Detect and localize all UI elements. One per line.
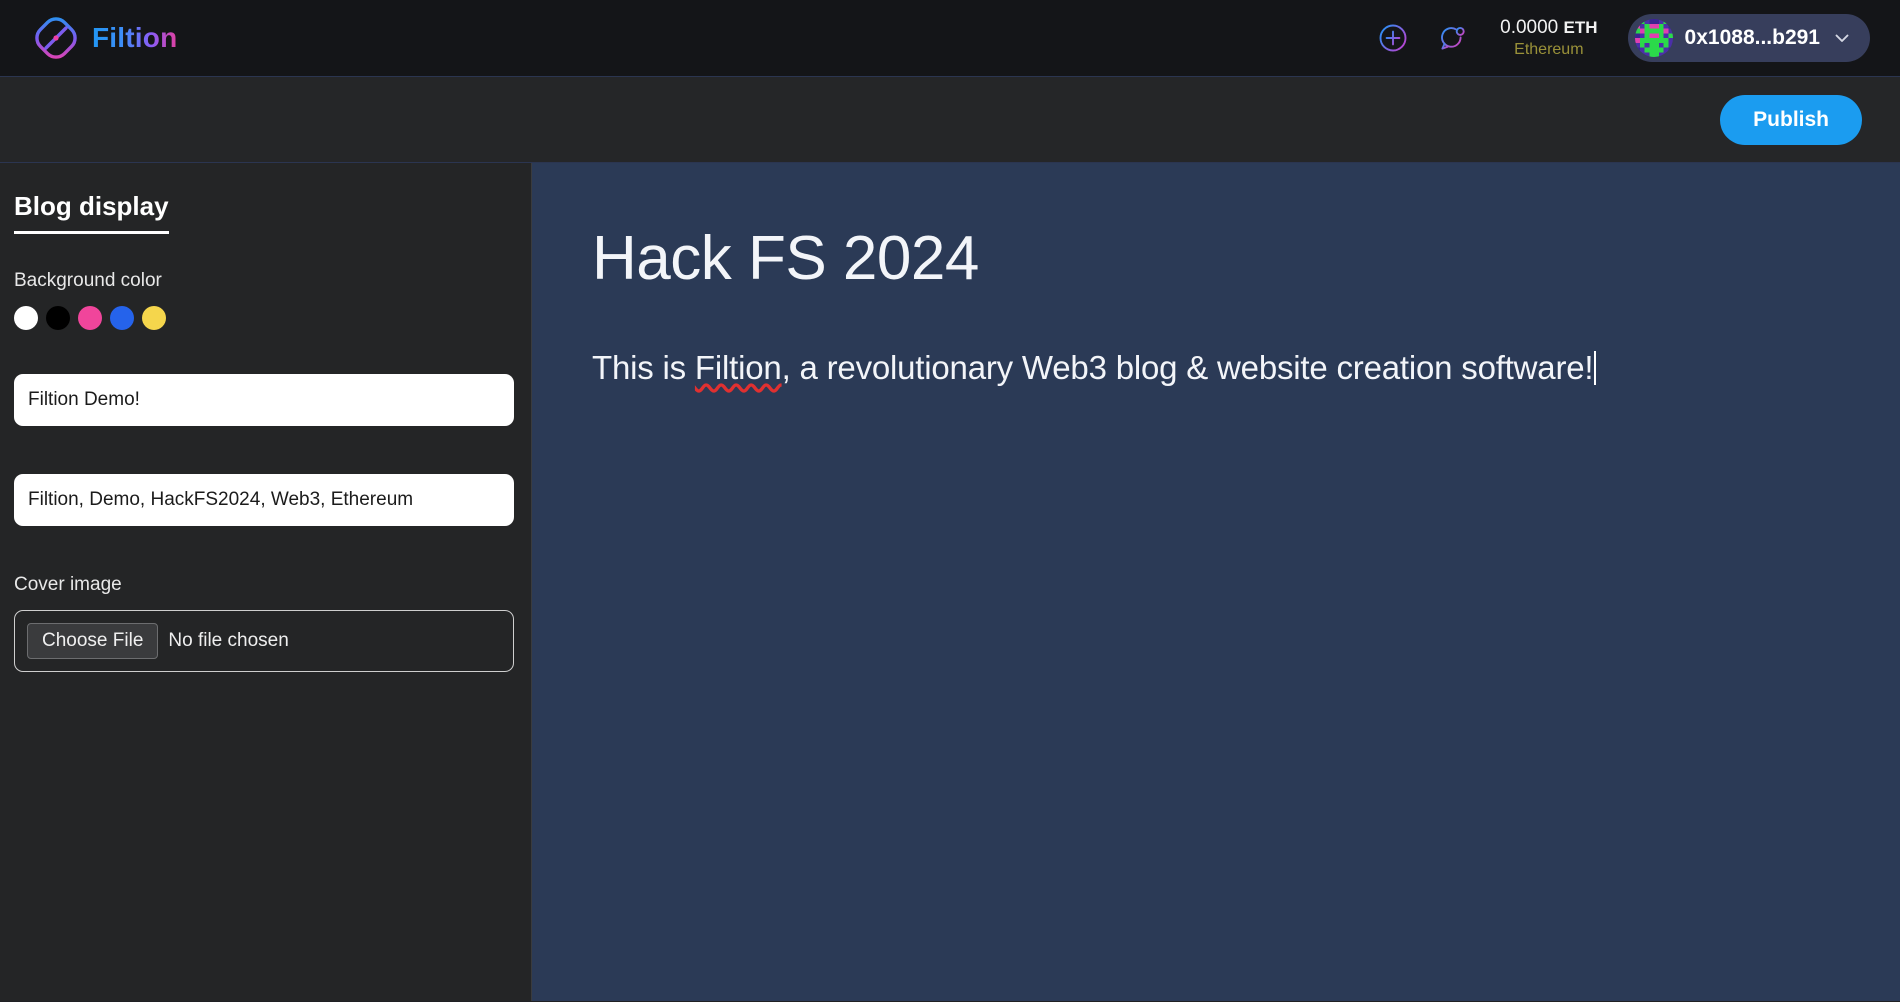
- brand-name: Filtion: [92, 22, 178, 53]
- blog-tags-input[interactable]: [14, 474, 514, 526]
- swatch-blue[interactable]: [110, 306, 134, 330]
- swatch-black[interactable]: [46, 306, 70, 330]
- balance-amount-row: 0.0000 ETH: [1500, 16, 1597, 40]
- cover-image-file-input[interactable]: Choose File No file chosen: [14, 610, 514, 672]
- wallet-balance: 0.0000 ETH Ethereum: [1496, 16, 1601, 61]
- wallet-account-button[interactable]: 0x1088...b291: [1627, 14, 1870, 62]
- file-chosen-status: No file chosen: [168, 630, 289, 651]
- panel-title: Blog display: [14, 191, 169, 234]
- background-color-swatches: [14, 306, 517, 330]
- chevron-down-icon: [1835, 34, 1849, 42]
- misspelled-word: Filtion: [694, 349, 782, 387]
- blog-display-sidebar: Blog display Background color Cover imag…: [0, 163, 532, 1001]
- blog-post-body-wrapper: This is Filtion, a revolutionary Web3 bl…: [592, 346, 1900, 391]
- blog-post-body[interactable]: This is Filtion, a revolutionary Web3 bl…: [592, 349, 1597, 387]
- swatch-white[interactable]: [14, 306, 38, 330]
- publish-button[interactable]: Publish: [1720, 94, 1862, 145]
- text-caret: [1594, 351, 1597, 386]
- navbar-right-group: 0.0000 ETH Ethereum 0x1088...b291: [1376, 14, 1870, 62]
- chat-bubble-icon: [1441, 26, 1465, 50]
- choose-file-button[interactable]: Choose File: [27, 623, 159, 659]
- cover-image-label: Cover image: [14, 574, 122, 595]
- plus-circle-icon-button[interactable]: [1376, 21, 1410, 55]
- balance-amount: 0.0000: [1500, 16, 1559, 38]
- top-navbar: Filtion 0.0000 ETH Ethereum 0x1088...b29…: [0, 0, 1900, 77]
- background-color-label: Background color: [14, 270, 162, 291]
- plus-circle-icon: [1379, 24, 1407, 52]
- editor-toolbar: Publish: [0, 77, 1900, 163]
- swatch-pink[interactable]: [78, 306, 102, 330]
- blog-preview-canvas[interactable]: Hack FS 2024 This is Filtion, a revoluti…: [532, 163, 1900, 1001]
- network-label: Ethereum: [1514, 41, 1584, 59]
- wallet-address: 0x1088...b291: [1684, 26, 1820, 49]
- chat-bubble-icon-button[interactable]: [1436, 21, 1470, 55]
- blockie-avatar: [1634, 19, 1673, 57]
- blog-title-input[interactable]: [14, 374, 514, 426]
- balance-symbol: ETH: [1563, 17, 1598, 37]
- body-text-pre: This is: [592, 349, 695, 387]
- brand[interactable]: Filtion: [32, 14, 177, 62]
- filtion-atom-logo-icon: [32, 14, 80, 62]
- body-text-post: , a revolutionary Web3 blog & website cr…: [781, 349, 1594, 387]
- blog-post-title[interactable]: Hack FS 2024: [592, 223, 1900, 294]
- workspace: Blog display Background color Cover imag…: [0, 163, 1900, 1001]
- swatch-yellow[interactable]: [142, 306, 166, 330]
